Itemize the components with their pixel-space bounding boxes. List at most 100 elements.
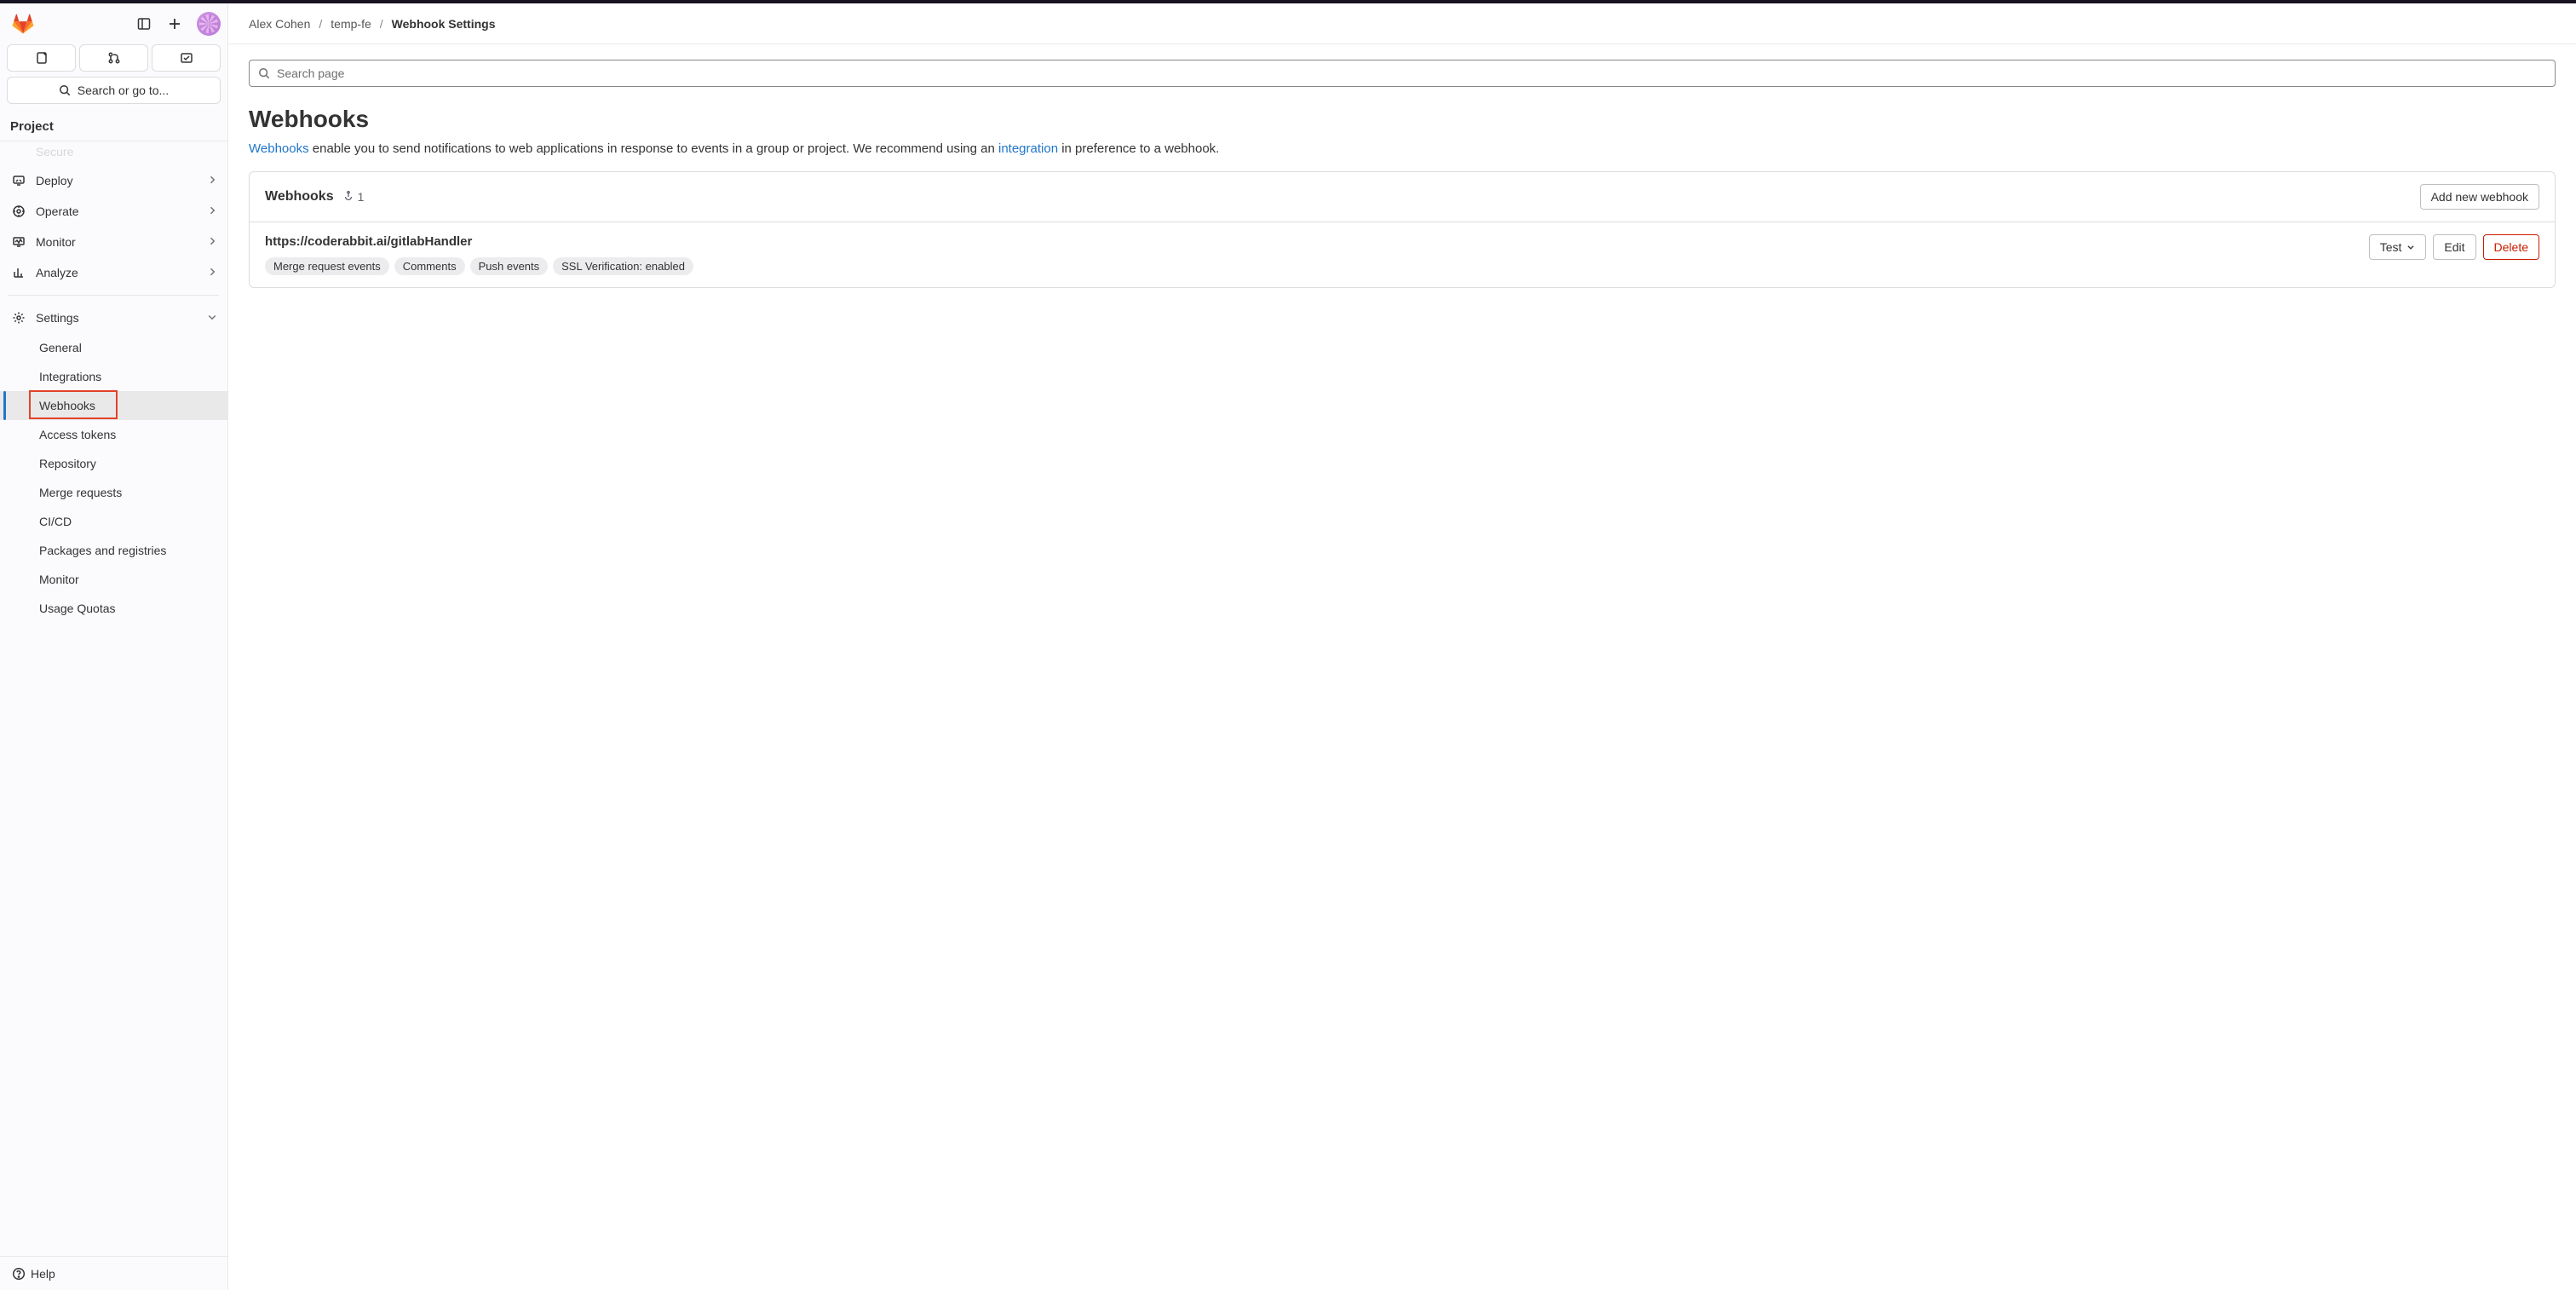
sub-label: Monitor: [39, 573, 79, 586]
main-content: Alex Cohen / temp-fe / Webhook Settings …: [228, 3, 2576, 1290]
sidebar-item-truncated[interactable]: Secure: [0, 145, 227, 165]
breadcrumb-item[interactable]: temp-fe: [331, 17, 371, 31]
count-value: 1: [358, 190, 365, 204]
todo-icon: [180, 51, 193, 65]
collapse-sidebar-button[interactable]: [132, 12, 156, 36]
subtitle-link-webhooks[interactable]: Webhooks: [249, 141, 309, 156]
gear-icon: [10, 309, 27, 326]
hook-icon: [342, 191, 354, 203]
gitlab-logo[interactable]: [10, 11, 36, 37]
create-new-button[interactable]: [163, 12, 187, 36]
webhook-tag: Comments: [394, 257, 465, 275]
subtitle-text: enable you to send notifications to web …: [309, 141, 998, 156]
sub-label: Packages and registries: [39, 544, 166, 557]
chevron-right-icon: [207, 266, 217, 279]
sidebar-search-button[interactable]: Search or go to...: [7, 77, 221, 104]
user-avatar[interactable]: [197, 12, 221, 36]
page-subtitle: Webhooks enable you to send notification…: [249, 141, 2556, 156]
chevron-right-icon: [207, 204, 217, 218]
plus-icon: [168, 17, 181, 31]
webhooks-card: Webhooks 1 Add new webhook https://coder…: [249, 171, 2556, 288]
settings-sub-general[interactable]: General: [0, 333, 227, 362]
chevron-right-icon: [207, 235, 217, 249]
monitor-icon: [10, 233, 27, 251]
page-search[interactable]: [249, 60, 2556, 87]
breadcrumb-item-current[interactable]: Webhook Settings: [392, 17, 496, 31]
webhook-tag: Push events: [470, 257, 549, 275]
webhook-url: https://coderabbit.ai/gitlabHandler: [265, 234, 693, 249]
chevron-right-icon: [207, 174, 217, 187]
sidebar-search-label: Search or go to...: [78, 84, 169, 97]
sidebar-collapse-icon: [137, 17, 151, 31]
sub-label: CI/CD: [39, 515, 72, 528]
operate-icon: [10, 203, 27, 220]
delete-webhook-button[interactable]: Delete: [2483, 234, 2539, 260]
help-button[interactable]: Help: [0, 1256, 227, 1290]
analyze-icon: [10, 264, 27, 281]
nav-label: Deploy: [36, 174, 73, 187]
nav-divider: [9, 295, 219, 296]
breadcrumb-sep: /: [380, 17, 383, 31]
sidebar-quickactions: [0, 44, 227, 77]
sidebar-nav: Secure Deploy Operate Monitor Analyze: [0, 141, 227, 1256]
settings-sub-merge-requests[interactable]: Merge requests: [0, 478, 227, 507]
webhook-count: 1: [342, 190, 365, 204]
edit-webhook-button[interactable]: Edit: [2433, 234, 2475, 260]
settings-sub-webhooks[interactable]: Webhooks: [0, 391, 227, 420]
webhook-tag: Merge request events: [265, 257, 389, 275]
search-icon: [59, 84, 71, 96]
sub-label: Webhooks: [39, 399, 95, 412]
help-icon: [12, 1267, 26, 1281]
subtitle-link-integration[interactable]: integration: [998, 141, 1058, 156]
settings-sub-repository[interactable]: Repository: [0, 449, 227, 478]
sub-label: Merge requests: [39, 486, 122, 499]
card-title: Webhooks: [265, 189, 334, 204]
settings-sub-cicd[interactable]: CI/CD: [0, 507, 227, 536]
nav-label: Settings: [36, 311, 79, 325]
settings-sub-access-tokens[interactable]: Access tokens: [0, 420, 227, 449]
card-body: https://coderabbit.ai/gitlabHandler Merg…: [250, 222, 2555, 287]
settings-sub-monitor[interactable]: Monitor: [0, 565, 227, 594]
chevron-down-icon: [207, 311, 217, 325]
breadcrumb-item[interactable]: Alex Cohen: [249, 17, 310, 31]
page-search-input[interactable]: [277, 66, 2546, 80]
todos-button[interactable]: [152, 44, 221, 72]
webhook-actions: Test Edit Delete: [2369, 234, 2539, 260]
nav-label: Monitor: [36, 235, 76, 249]
sidebar-top: [0, 3, 227, 44]
sidebar-item-settings[interactable]: Settings: [0, 302, 227, 333]
issues-button[interactable]: [7, 44, 76, 72]
sidebar-item-deploy[interactable]: Deploy: [0, 165, 227, 196]
deploy-icon: [10, 172, 27, 189]
nav-label: Analyze: [36, 266, 78, 279]
webhook-tag: SSL Verification: enabled: [553, 257, 693, 275]
chevron-down-icon: [2406, 243, 2415, 251]
settings-sub-usage-quotas[interactable]: Usage Quotas: [0, 594, 227, 623]
help-label: Help: [31, 1267, 55, 1281]
merge-icon: [107, 51, 121, 65]
settings-sub-packages[interactable]: Packages and registries: [0, 536, 227, 565]
sub-label: General: [39, 341, 82, 354]
app-shell: Search or go to... Project Secure Deploy…: [0, 3, 2576, 1290]
sidebar-section-label: Project: [0, 112, 227, 141]
webhook-tags: Merge request events Comments Push event…: [265, 257, 693, 275]
sidebar-item-analyze[interactable]: Analyze: [0, 257, 227, 288]
webhook-info: https://coderabbit.ai/gitlabHandler Merg…: [265, 234, 693, 275]
sidebar-item-monitor[interactable]: Monitor: [0, 227, 227, 257]
test-label: Test: [2380, 240, 2402, 254]
sub-label: Integrations: [39, 370, 101, 383]
add-webhook-button[interactable]: Add new webhook: [2420, 184, 2539, 210]
sub-label: Usage Quotas: [39, 602, 116, 615]
breadcrumb-sep: /: [319, 17, 322, 31]
settings-sub-integrations[interactable]: Integrations: [0, 362, 227, 391]
breadcrumbs: Alex Cohen / temp-fe / Webhook Settings: [228, 3, 2576, 44]
sidebar-item-operate[interactable]: Operate: [0, 196, 227, 227]
issue-icon: [35, 51, 49, 65]
test-webhook-button[interactable]: Test: [2369, 234, 2427, 260]
tanuki-icon: [12, 13, 34, 35]
merge-requests-button[interactable]: [79, 44, 148, 72]
nav-label: Operate: [36, 204, 79, 218]
page-title: Webhooks: [249, 106, 2556, 133]
sidebar: Search or go to... Project Secure Deploy…: [0, 3, 228, 1290]
content: Webhooks Webhooks enable you to send not…: [228, 44, 2576, 303]
